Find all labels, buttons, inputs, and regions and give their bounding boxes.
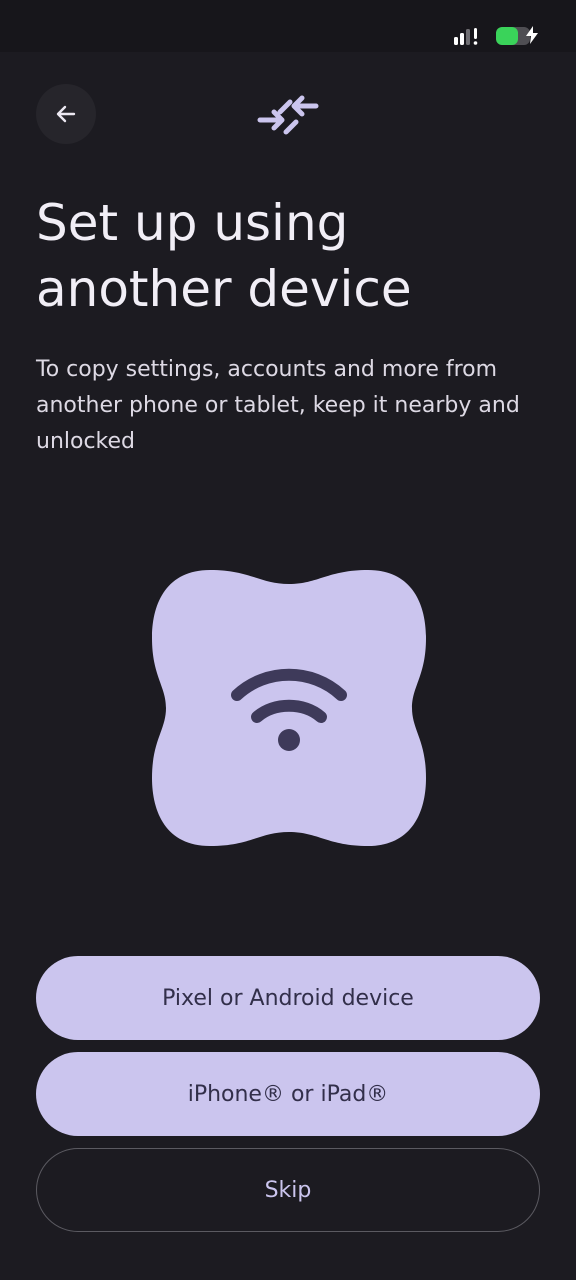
iphone-ipad-button[interactable]: iPhone® or iPad® [36, 1052, 540, 1136]
page-title: Set up using another device [36, 194, 412, 318]
status-bar [0, 0, 576, 52]
charging-icon [526, 26, 538, 44]
wifi-illustration [152, 570, 426, 846]
battery-icon [496, 27, 530, 45]
android-device-label: Pixel or Android device [162, 985, 414, 1011]
iphone-ipad-label: iPhone® or iPad® [187, 1081, 389, 1107]
skip-button[interactable]: Skip [36, 1148, 540, 1232]
signal-icon [454, 28, 478, 45]
skip-label: Skip [264, 1177, 312, 1203]
back-button[interactable] [36, 84, 96, 144]
android-device-button[interactable]: Pixel or Android device [36, 956, 540, 1040]
page-subtitle: To copy settings, accounts and more from… [36, 357, 520, 454]
arrow-left-icon [56, 105, 76, 123]
transfer-arrows-icon [257, 95, 319, 135]
